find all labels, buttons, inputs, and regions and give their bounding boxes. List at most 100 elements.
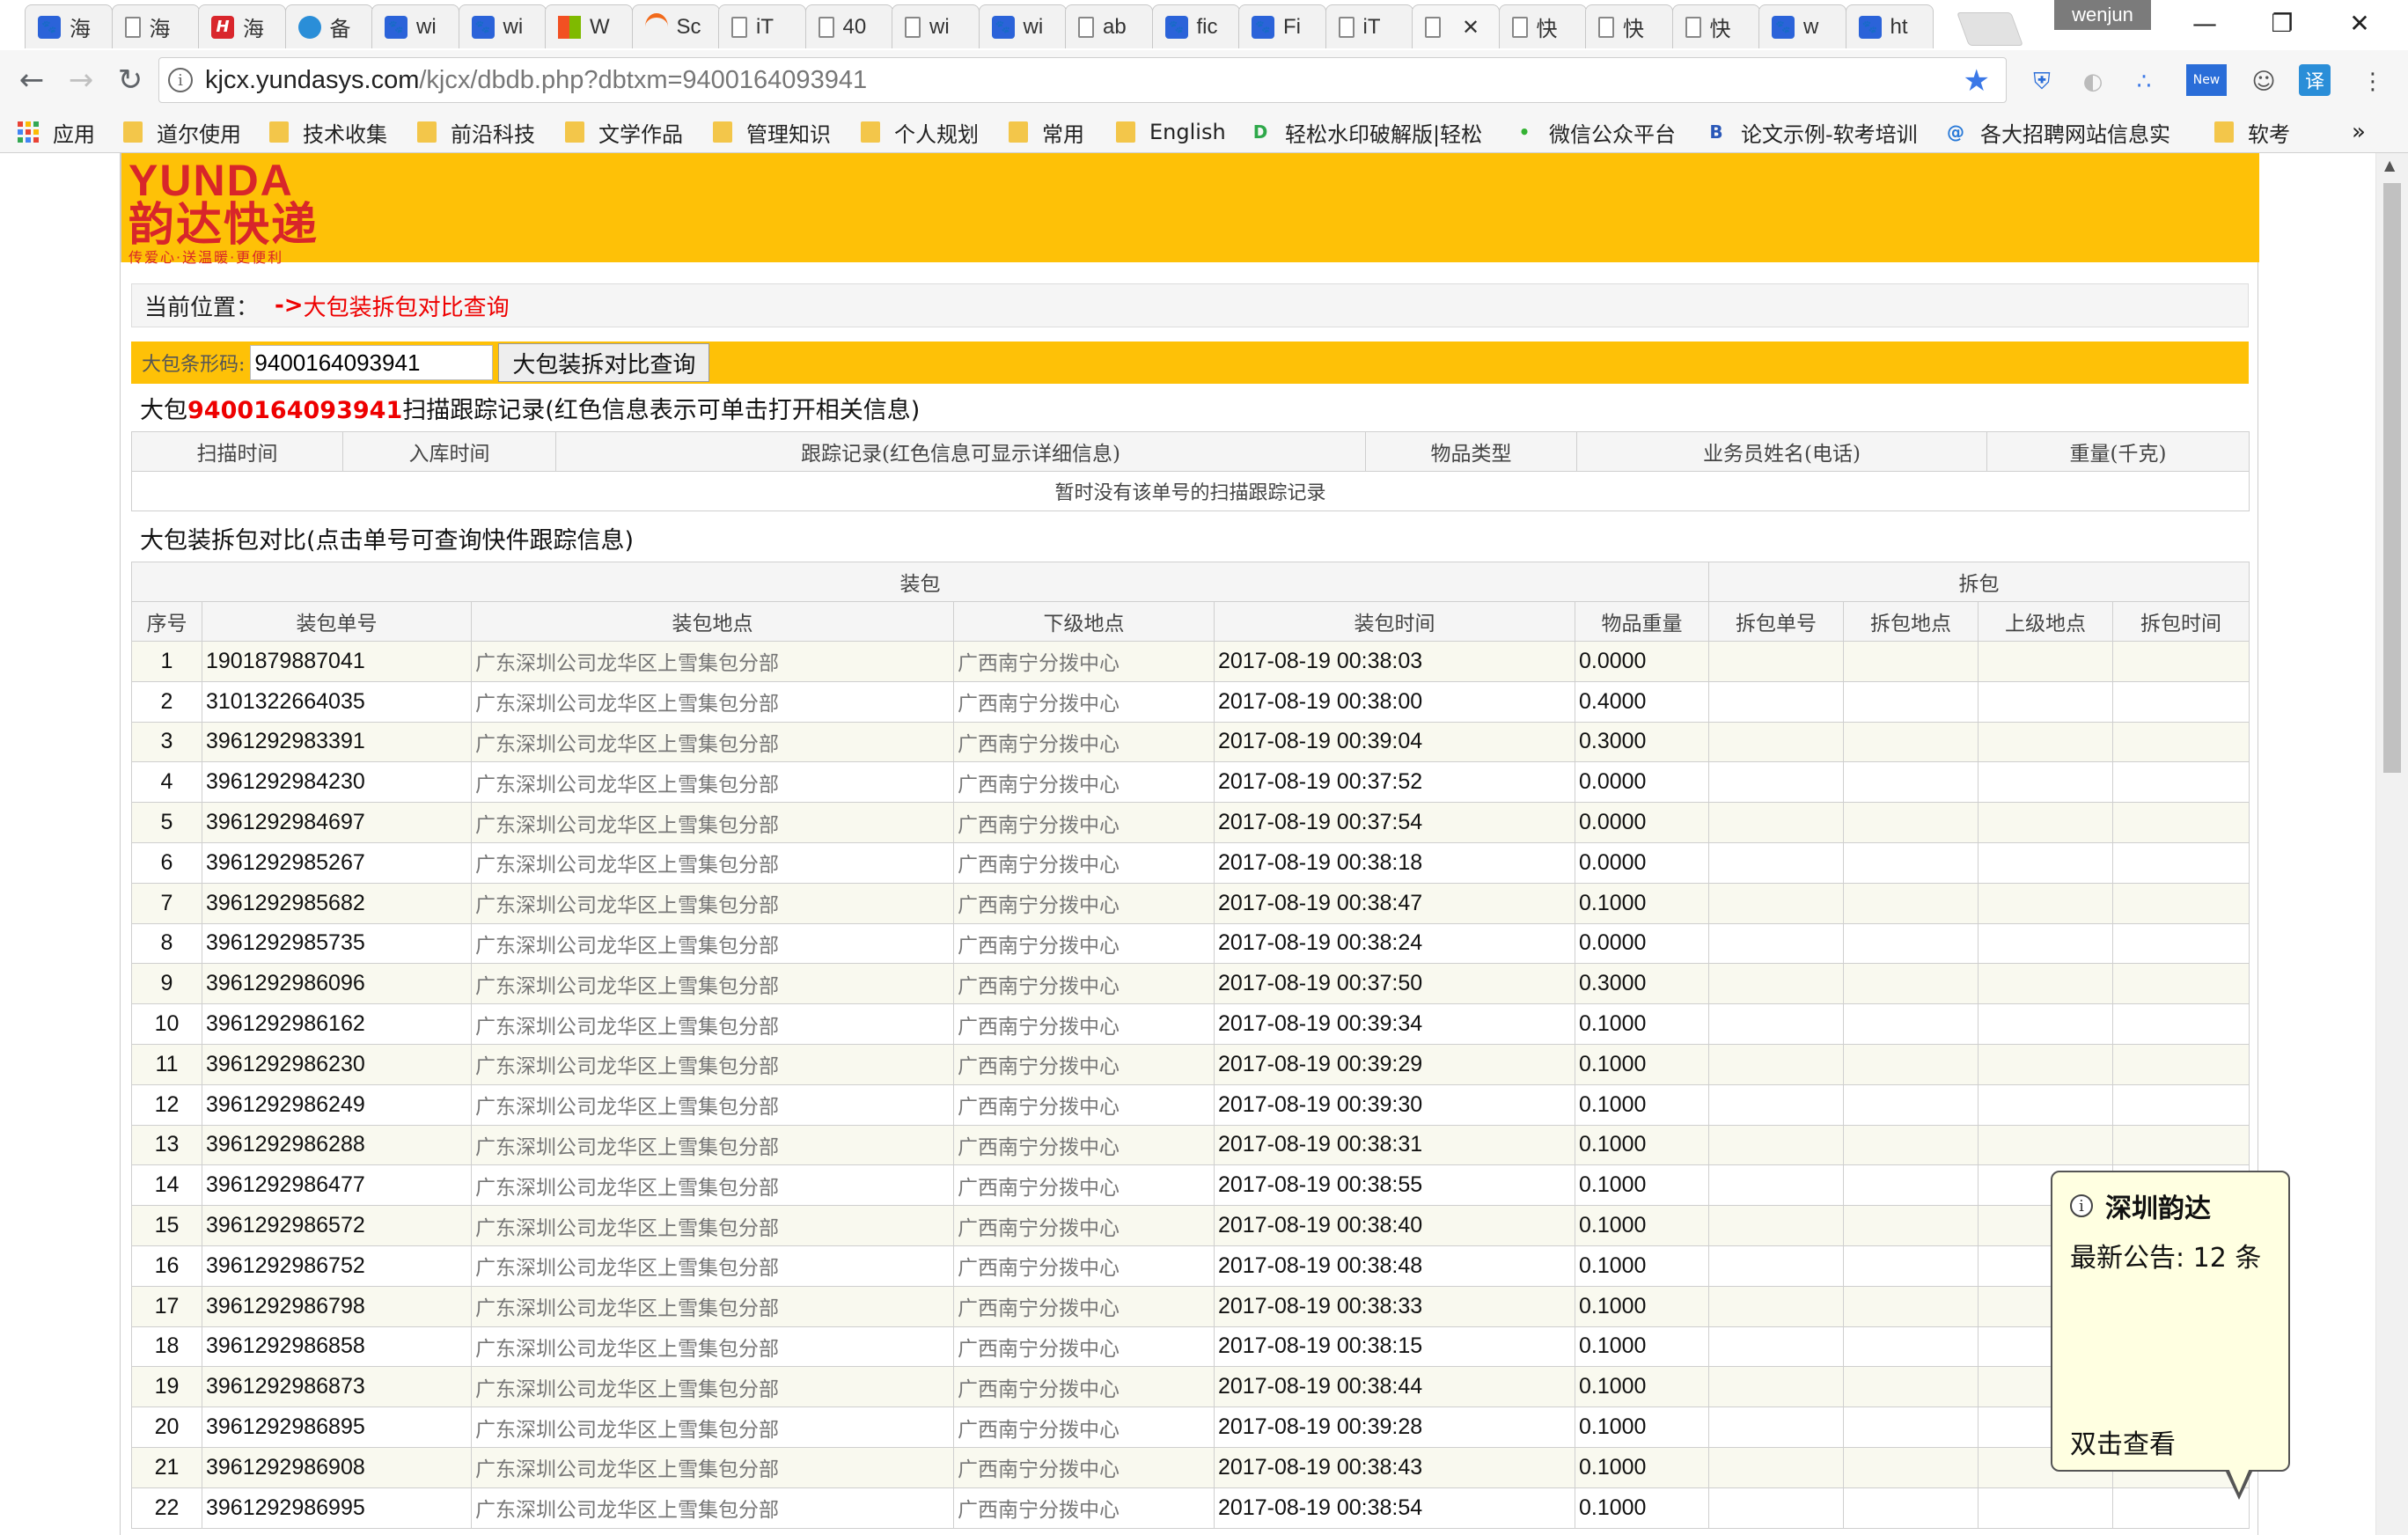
browser-tab[interactable]: 快 — [1498, 4, 1587, 48]
profile-button[interactable]: wenjun — [2054, 0, 2151, 30]
browser-tab[interactable]: 40 — [804, 4, 893, 48]
pack-number-link[interactable]: 3961292986858 — [202, 1326, 472, 1368]
browser-tab[interactable]: wi — [892, 4, 980, 48]
query-button[interactable]: 大包装拆对比查询 — [498, 343, 710, 382]
pack-number-link[interactable]: 3961292985682 — [202, 882, 472, 924]
bookmark-item[interactable]: D 轻松水印破解版|轻松 — [1248, 117, 1482, 147]
bookmark-label: English — [1149, 120, 1226, 144]
notification-open-link[interactable]: 双击查看 — [2070, 1422, 2176, 1461]
minimize-icon[interactable]: — — [2183, 5, 2227, 40]
bookmark-item[interactable]: 管理知识 — [713, 117, 831, 147]
bookmark-item[interactable]: 应用 — [18, 117, 95, 147]
browser-tab[interactable]: 🐾 Fi — [1238, 4, 1326, 48]
browser-tab[interactable]: 🐾 海 — [25, 4, 113, 48]
translate-icon[interactable]: 译 — [2299, 64, 2331, 96]
pack-time: 2017-08-19 00:38:24 — [1214, 922, 1575, 965]
notification-balloon[interactable]: i 深圳韵达 最新公告: 12 条 双击查看 — [2051, 1171, 2290, 1500]
pack-number-link[interactable]: 3961292986162 — [202, 1003, 472, 1045]
address-bar[interactable]: i kjcx.yundasys.com/kjcx/dbdb.php?dbtxm=… — [158, 57, 2007, 103]
bookmark-item[interactable]: 文学作品 — [565, 117, 683, 147]
pack-number-link[interactable]: 3961292985735 — [202, 922, 472, 965]
restore-icon[interactable]: ❐ — [2260, 5, 2304, 40]
bookmark-item[interactable]: 技术收集 — [269, 117, 387, 147]
browser-tab[interactable]: 快 — [1671, 4, 1760, 48]
shield-extension-icon[interactable]: ⛨ — [2024, 64, 2059, 99]
scrollbar-thumb[interactable] — [2383, 183, 2401, 773]
browser-tab[interactable]: 🐾 wi — [371, 4, 459, 48]
bookmark-item[interactable]: B 论文示例-软考培训 — [1704, 117, 1917, 147]
pack-number-link[interactable]: 3961292986908 — [202, 1446, 472, 1488]
extension-dots-icon[interactable]: ∴ — [2126, 64, 2162, 99]
browser-tab[interactable]: 🐾 wi — [458, 4, 547, 48]
scan-title-number[interactable]: 9400164093941 — [187, 397, 402, 424]
bookmarks-more-button[interactable]: » — [2352, 117, 2366, 147]
browser-tab[interactable]: H海 — [198, 4, 286, 48]
browser-tab[interactable]: 🐾 fic — [1151, 4, 1240, 48]
pack-number-link[interactable]: 3961292986752 — [202, 1245, 472, 1287]
site-favicon-icon: @ — [1947, 121, 1964, 143]
pack-number-link[interactable]: 3961292986873 — [202, 1366, 472, 1408]
browser-tab[interactable]: W — [545, 4, 633, 48]
bookmark-item[interactable]: 前沿科技 — [417, 117, 535, 147]
browser-tab[interactable]: 🐾 ht — [1845, 4, 1934, 48]
reload-icon[interactable]: ↻ — [111, 61, 150, 99]
pack-number-link[interactable]: 3961292986230 — [202, 1043, 472, 1085]
pack-number-link[interactable]: 3961292986288 — [202, 1124, 472, 1166]
extension-icon[interactable]: ◐ — [2075, 64, 2111, 99]
bookmark-item[interactable]: English — [1116, 117, 1226, 147]
bookmark-item[interactable]: 常用 — [1009, 117, 1084, 147]
tab-close-icon[interactable]: ✕ — [1462, 15, 1479, 40]
bookmark-item[interactable]: @ 各大招聘网站信息实 — [1943, 117, 2170, 147]
pack-number-link[interactable]: 3961292983391 — [202, 721, 472, 763]
pack-number-link[interactable]: 3961292986249 — [202, 1083, 472, 1126]
chat-extension-icon[interactable]: ☺ — [2246, 64, 2281, 99]
pack-number-link[interactable]: 3961292984230 — [202, 761, 472, 804]
table-row: 16 3961292986752 广东深圳公司龙华区上雪集包分部 广西南宁分拨中心 20… — [131, 1245, 2250, 1287]
pack-number-link[interactable]: 3961292984697 — [202, 802, 472, 843]
unpack-cell — [1708, 882, 1845, 924]
forward-arrow-icon[interactable]: → — [62, 61, 100, 99]
bookmark-item[interactable]: • 微信公众平台 — [1512, 117, 1676, 147]
pack-number-link[interactable]: 3961292986572 — [202, 1205, 472, 1246]
url-text[interactable]: kjcx.yundasys.com/kjcx/dbdb.php?dbtxm=94… — [205, 66, 867, 95]
pack-number-link[interactable]: 3961292986798 — [202, 1285, 472, 1327]
pack-number-link[interactable]: 3961292985267 — [202, 841, 472, 884]
pack-number-link[interactable]: 3961292986895 — [202, 1406, 472, 1448]
browser-tab[interactable]: 备 — [284, 4, 373, 48]
tab-title: w — [1803, 14, 1819, 39]
tab-title: Fi — [1283, 14, 1301, 39]
tab-title: 快 — [1623, 18, 1644, 41]
tab-title: 海 — [70, 18, 91, 41]
pack-number-link[interactable]: 3961292986096 — [202, 963, 472, 1005]
browser-tab[interactable]: 🐾 wi — [978, 4, 1067, 48]
next-location: 广西南宁分拨中心 — [953, 1124, 1215, 1166]
back-arrow-icon[interactable]: ← — [12, 61, 51, 99]
browser-tab[interactable]: ✕ — [1412, 4, 1500, 48]
new-tab-button[interactable] — [1956, 12, 2023, 46]
paw-icon: 🐾 — [991, 15, 1015, 39]
bookmark-item[interactable]: 个人规划 — [861, 117, 979, 147]
pack-number-link[interactable]: 3101322664035 — [202, 680, 472, 723]
close-window-icon[interactable]: ✕ — [2338, 5, 2382, 40]
scroll-up-icon[interactable]: ▲ — [2384, 157, 2395, 173]
pack-time: 2017-08-19 00:38:54 — [1214, 1487, 1575, 1529]
menu-icon[interactable]: ⋮ — [2355, 64, 2390, 99]
pack-number-link[interactable]: 3961292986995 — [202, 1487, 472, 1529]
page-scrollbar[interactable]: ▲ — [2375, 153, 2408, 1535]
browser-tab[interactable]: iT — [718, 4, 806, 48]
barcode-input[interactable] — [250, 345, 494, 380]
pack-number-link[interactable]: 3961292986477 — [202, 1164, 472, 1207]
browser-tab[interactable]: 快 — [1585, 4, 1673, 48]
bookmark-item[interactable]: 道尔使用 — [123, 117, 241, 147]
pack-number-link[interactable]: 1901879887041 — [202, 641, 472, 682]
site-info-icon[interactable]: i — [168, 68, 193, 92]
browser-tab[interactable]: 🐾 w — [1758, 4, 1846, 48]
unpack-cell — [1843, 922, 1979, 965]
bookmark-star-icon[interactable]: ★ — [1964, 63, 1990, 99]
browser-tab[interactable]: 海 — [111, 4, 200, 48]
new-extension-icon[interactable]: New — [2186, 64, 2227, 96]
browser-tab[interactable]: iT — [1325, 4, 1413, 48]
browser-tab[interactable]: ab — [1065, 4, 1153, 48]
bookmark-item[interactable]: 软考 — [2214, 117, 2290, 147]
browser-tab[interactable]: Sc — [631, 4, 720, 48]
